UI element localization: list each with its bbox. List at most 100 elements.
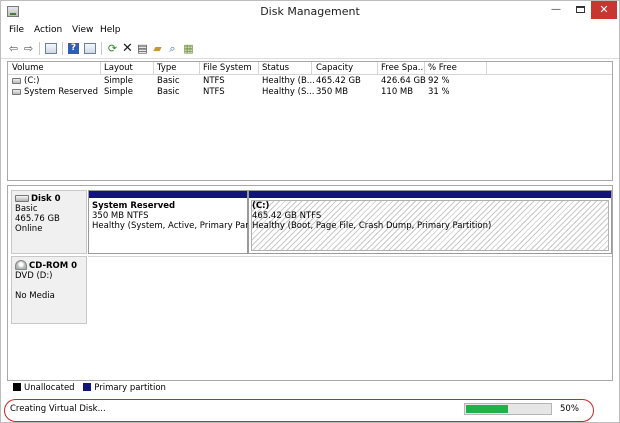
disk-type: Basic: [15, 204, 38, 214]
column-capacity[interactable]: Capacity: [316, 63, 353, 73]
status-text: Creating Virtual Disk...: [10, 404, 106, 414]
delete-icon[interactable]: ✕: [121, 42, 134, 55]
progress-bar: [464, 403, 552, 415]
maximize-button[interactable]: [569, 1, 591, 19]
console-tree-icon[interactable]: [45, 43, 57, 54]
volume-list-header: Volume Layout Type File System Status Ca…: [8, 62, 612, 75]
status-bar: Creating Virtual Disk... 50%: [4, 399, 616, 422]
legend-primary: Primary partition: [94, 383, 166, 393]
menu-file[interactable]: File: [9, 25, 24, 35]
file-system-cell: NTFS: [203, 76, 225, 86]
menu-help[interactable]: Help: [100, 25, 121, 35]
cdrom-0-name: CD-ROM 0: [29, 261, 78, 271]
menu-bar: File Action View Help: [1, 23, 619, 39]
volume-row-system-reserved[interactable]: System Reserved Simple Basic NTFS Health…: [8, 87, 612, 98]
column-free-space[interactable]: Free Spa...: [381, 63, 426, 73]
menu-action[interactable]: Action: [34, 25, 62, 35]
free-space-cell: 426.64 GB: [381, 76, 426, 86]
primary-partition-bar: [249, 191, 611, 198]
minimize-button[interactable]: —: [544, 1, 568, 19]
column-divider[interactable]: [311, 62, 312, 75]
disk-state: Online: [15, 224, 43, 234]
refresh-icon[interactable]: ⟳: [106, 42, 119, 55]
column-divider[interactable]: [199, 62, 200, 75]
disk-0-name: Disk 0: [31, 194, 61, 204]
legend-unallocated: Unallocated: [24, 383, 75, 393]
column-volume[interactable]: Volume: [12, 63, 44, 73]
legend: Unallocated Primary partition: [7, 383, 613, 397]
cd-drive-icon: [15, 260, 27, 270]
partition-status: Healthy (System, Active, Primary Partiti…: [92, 221, 271, 231]
volume-list[interactable]: Volume Layout Type File System Status Ca…: [7, 61, 613, 181]
volume-name: (C:): [24, 76, 40, 86]
properties-icon[interactable]: ▤: [136, 42, 149, 55]
forward-arrow-icon[interactable]: ⇨: [22, 42, 35, 55]
column-divider[interactable]: [424, 62, 425, 75]
type-cell: Basic: [157, 87, 180, 97]
title-bar[interactable]: Disk Management — ✕: [1, 1, 619, 23]
partition-info: (C:) 465.42 GB NTFS Healthy (Boot, Page …: [252, 201, 491, 231]
partition-size: 465.42 GB NTFS: [252, 211, 322, 221]
cdrom-area[interactable]: [88, 256, 612, 324]
close-button[interactable]: ✕: [591, 1, 617, 19]
window-title: Disk Management: [260, 5, 360, 18]
toolbar-separator: [62, 42, 63, 55]
progress-percent: 50%: [560, 404, 579, 414]
layout-cell: Simple: [104, 76, 134, 86]
toolbar: ⇦ ⇨ ? ⟳ ✕ ▤ ▰ ⌕ ▦: [1, 39, 619, 59]
close-icon: ✕: [599, 3, 609, 16]
unallocated-swatch: [13, 383, 21, 391]
file-system-cell: NTFS: [203, 87, 225, 97]
capacity-cell: 350 MB: [316, 87, 349, 97]
cdrom-name: CD-ROM 0: [15, 260, 83, 271]
type-cell: Basic: [157, 76, 180, 86]
column-file-system[interactable]: File System: [203, 63, 252, 73]
volume-name: System Reserved: [24, 87, 98, 97]
volume-cell: (C:): [12, 76, 39, 86]
progress-fill: [466, 405, 508, 413]
free-space-cell: 110 MB: [381, 87, 414, 97]
partition-status: Healthy (Boot, Page File, Crash Dump, Pr…: [252, 221, 492, 231]
column-divider[interactable]: [100, 62, 101, 75]
open-folder-icon[interactable]: ▰: [151, 42, 164, 55]
back-arrow-icon[interactable]: ⇦: [7, 42, 20, 55]
column-divider[interactable]: [377, 62, 378, 75]
disk-icon: [15, 195, 29, 202]
status-cell: Healthy (B...: [262, 76, 315, 86]
partition-info: System Reserved 350 MB NTFS Healthy (Sys…: [92, 201, 271, 231]
help-icon[interactable]: ?: [68, 43, 79, 54]
toolbar-separator: [39, 42, 40, 55]
disk-0-label[interactable]: Disk 0 Basic 465.76 GB Online: [11, 190, 87, 254]
primary-swatch: [83, 383, 92, 391]
properties-grid-icon[interactable]: [84, 43, 96, 54]
partition-c[interactable]: (C:) 465.42 GB NTFS Healthy (Boot, Page …: [248, 190, 612, 254]
drive-icon: [12, 89, 21, 95]
cdrom-0-label[interactable]: CD-ROM 0 DVD (D:) No Media: [11, 256, 87, 324]
drive-icon: [12, 78, 21, 84]
search-icon[interactable]: ⌕: [166, 42, 179, 55]
primary-partition-bar: [89, 191, 247, 198]
column-percent-free[interactable]: % Free: [428, 63, 457, 73]
menu-view[interactable]: View: [72, 25, 93, 35]
disk-management-window: Disk Management — ✕ File Action View Hel…: [0, 0, 620, 423]
column-type[interactable]: Type: [157, 63, 177, 73]
partition-size: 350 MB NTFS: [92, 211, 149, 221]
column-divider[interactable]: [153, 62, 154, 75]
layout-cell: Simple: [104, 87, 134, 97]
column-status[interactable]: Status: [262, 63, 289, 73]
volume-row-c[interactable]: (C:) Simple Basic NTFS Healthy (B... 465…: [8, 76, 612, 87]
volume-cell: System Reserved: [12, 87, 98, 97]
disk-graphical-view[interactable]: Disk 0 Basic 465.76 GB Online System Res…: [7, 185, 613, 381]
partition-system-reserved[interactable]: System Reserved 350 MB NTFS Healthy (Sys…: [88, 190, 271, 254]
column-layout[interactable]: Layout: [104, 63, 133, 73]
column-divider[interactable]: [258, 62, 259, 75]
export-icon[interactable]: ▦: [182, 42, 195, 55]
cdrom-type: DVD (D:): [15, 271, 53, 281]
partition-title: System Reserved: [92, 201, 176, 211]
column-divider[interactable]: [486, 62, 487, 75]
percent-free-cell: 31 %: [428, 87, 450, 97]
disk-size: 465.76 GB: [15, 214, 60, 224]
disk-name: Disk 0: [15, 194, 83, 204]
cdrom-state: No Media: [15, 291, 55, 301]
percent-free-cell: 92 %: [428, 76, 450, 86]
